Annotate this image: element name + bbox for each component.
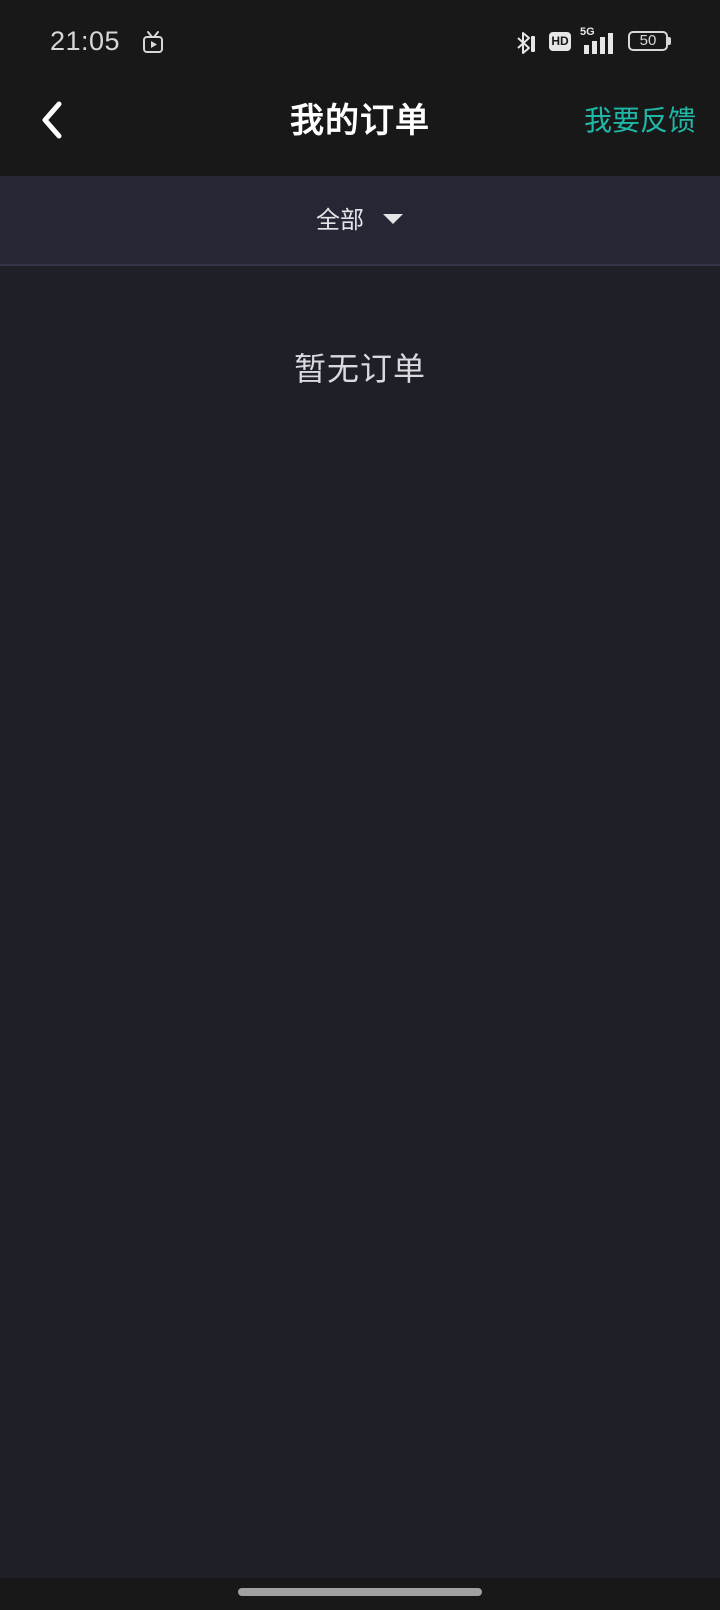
status-time: 21:05 (50, 26, 121, 56)
tv-icon (143, 31, 163, 53)
status-bar: 21:05 HD 5G 50 (0, 0, 720, 82)
orders-screen: 21:05 HD 5G 50 我的订单 我要反馈 全部 暂无订单 (0, 0, 720, 1610)
caret-down-icon (383, 214, 403, 224)
hd-icon: HD (549, 32, 571, 51)
bluetooth-icon (517, 32, 535, 54)
signal-icon (584, 33, 613, 54)
filter-selected-label: 全部 (316, 206, 364, 234)
system-navigation-bar (0, 1578, 720, 1610)
filter-bar: 全部 (0, 176, 720, 266)
battery-level: 50 (639, 32, 657, 49)
filter-dropdown[interactable]: 全部 (0, 176, 720, 264)
app-header: 我的订单 我要反馈 (0, 82, 720, 176)
empty-orders-message: 暂无订单 (293, 350, 426, 388)
battery-icon: 50 (628, 31, 668, 51)
home-indicator[interactable] (238, 1588, 482, 1596)
feedback-link[interactable]: 我要反馈 (584, 102, 696, 140)
battery-tip (668, 37, 671, 45)
